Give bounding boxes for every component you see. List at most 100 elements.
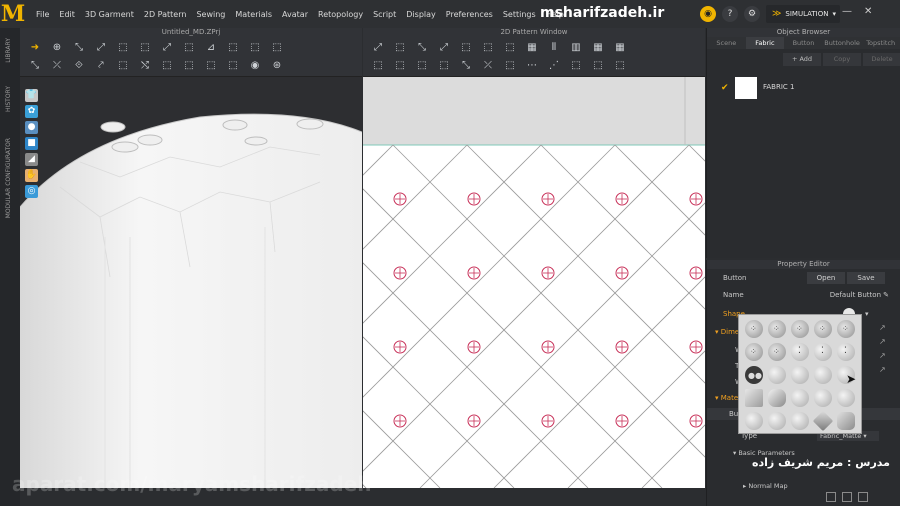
menu-retopology[interactable]: Retopology xyxy=(318,10,363,19)
minimize-icon[interactable]: — xyxy=(842,6,852,17)
tool-icon[interactable]: ⤡ xyxy=(28,59,42,72)
tool-icon[interactable]: ▦ xyxy=(613,41,627,54)
name-value[interactable]: Default Button xyxy=(830,289,881,301)
normal-map-label[interactable]: ▸ Normal Map xyxy=(743,480,788,492)
2d-pattern-viewport[interactable] xyxy=(363,77,705,488)
tool-icon[interactable]: ⬚ xyxy=(613,59,627,72)
tool-icon[interactable]: ◉ xyxy=(248,59,262,72)
button-placement-mark[interactable] xyxy=(689,340,703,354)
tab-fabric[interactable]: Fabric xyxy=(745,37,785,49)
button-shape-option[interactable]: ⁘ xyxy=(814,320,832,338)
tool-icon[interactable]: ⬚ xyxy=(182,59,196,72)
tool-icon[interactable]: ⋯ xyxy=(525,59,539,72)
button-shape-option[interactable] xyxy=(837,389,855,407)
tool-icon[interactable]: ⤡ xyxy=(72,41,86,54)
shirt-icon[interactable]: 👕 xyxy=(25,89,38,102)
tool-icon[interactable]: ⬚ xyxy=(481,41,495,54)
menu-sewing[interactable]: Sewing xyxy=(196,10,225,19)
hand-icon[interactable]: ✋ xyxy=(25,169,38,182)
tool-icon[interactable]: ⬚ xyxy=(248,41,262,54)
button-placement-mark[interactable] xyxy=(467,266,481,280)
settings-icon[interactable]: ⚙ xyxy=(744,6,760,22)
button-shape-option[interactable] xyxy=(814,389,832,407)
tool-icon[interactable]: ⬚ xyxy=(204,59,218,72)
tool-icon[interactable]: ⬚ xyxy=(226,59,240,72)
button-shape-option[interactable] xyxy=(791,389,809,407)
tool-icon[interactable]: ⬚ xyxy=(160,59,174,72)
tool-icon[interactable]: ⊿ xyxy=(204,41,218,54)
button-shape-option[interactable]: ⁘ xyxy=(837,320,855,338)
button-shape-option[interactable]: ⁘ xyxy=(745,320,763,338)
button-shape-option[interactable] xyxy=(812,410,834,432)
tool-icon[interactable]: ⬚ xyxy=(569,59,583,72)
menu-3d-garment[interactable]: 3D Garment xyxy=(85,10,134,19)
tool-icon[interactable]: ⊛ xyxy=(270,59,284,72)
button-placement-mark[interactable] xyxy=(541,414,555,428)
pin-icon[interactable]: ↗ xyxy=(879,348,886,362)
button-shape-option[interactable] xyxy=(791,366,809,384)
tool-icon[interactable]: ⟐ xyxy=(72,59,86,72)
tool-icon[interactable]: ⊕ xyxy=(50,41,64,54)
button-shape-option[interactable] xyxy=(745,389,763,407)
button-placement-mark[interactable] xyxy=(393,414,407,428)
button-placement-mark[interactable] xyxy=(689,414,703,428)
pin-icon[interactable]: ↗ xyxy=(879,334,886,348)
delete-button[interactable]: Delete xyxy=(863,53,900,66)
button-shape-option[interactable]: ⁘ xyxy=(768,343,786,361)
button-shape-option[interactable] xyxy=(791,412,809,430)
tool-icon[interactable]: ⬚ xyxy=(503,41,517,54)
button-placement-mark[interactable] xyxy=(615,414,629,428)
button-shape-option[interactable] xyxy=(837,412,855,430)
tool-icon[interactable]: ⬚ xyxy=(459,41,473,54)
menu-script[interactable]: Script xyxy=(373,10,396,19)
pin-icon[interactable]: ↗ xyxy=(879,320,886,334)
button-shape-option[interactable]: ⁚ xyxy=(791,343,809,361)
add-button[interactable]: + Add xyxy=(783,53,821,66)
chevron-down-icon[interactable]: ▾ xyxy=(865,308,869,320)
button-placement-mark[interactable] xyxy=(393,266,407,280)
tool-icon[interactable]: ⬚ xyxy=(270,41,284,54)
button-shape-option[interactable] xyxy=(814,366,832,384)
button-placement-mark[interactable] xyxy=(467,340,481,354)
tool-icon[interactable]: ⤢ xyxy=(437,41,451,54)
button-placement-mark[interactable] xyxy=(393,192,407,206)
tool-icon[interactable]: ⦀ xyxy=(547,41,561,54)
save-button[interactable]: Save xyxy=(847,272,885,284)
tool-icon[interactable]: ⤫ xyxy=(50,59,64,72)
tool-icon[interactable]: ⬚ xyxy=(393,59,407,72)
tool-icon[interactable]: ⤭ xyxy=(138,59,152,72)
button-shape-option[interactable] xyxy=(768,412,786,430)
menu-avatar[interactable]: Avatar xyxy=(282,10,308,19)
3d-viewport[interactable]: 👕 ✿ ● ■ ◢ ✋ ◎ xyxy=(20,77,362,488)
menu-preferences[interactable]: Preferences xyxy=(446,10,493,19)
globe-icon[interactable]: ◎ xyxy=(25,185,38,198)
menu-materials[interactable]: Materials xyxy=(235,10,272,19)
tab-topstitch[interactable]: Topstitch xyxy=(861,37,900,49)
grid-icon[interactable] xyxy=(826,492,836,502)
pin-icon[interactable]: ↗ xyxy=(879,362,886,376)
button-placement-mark[interactable] xyxy=(541,192,555,206)
menu-edit[interactable]: Edit xyxy=(59,10,75,19)
tool-icon[interactable]: ⋰ xyxy=(547,59,561,72)
button-placement-mark[interactable] xyxy=(689,192,703,206)
help-icon[interactable]: ? xyxy=(722,6,738,22)
button-shape-option[interactable]: ⁚ xyxy=(837,343,855,361)
tool-icon[interactable]: ⤤ xyxy=(94,59,108,72)
tool-icon[interactable]: ⬚ xyxy=(371,59,385,72)
menu-2d-pattern[interactable]: 2D Pattern xyxy=(144,10,187,19)
fabric-icon[interactable]: ✿ xyxy=(25,105,38,118)
tool-icon[interactable]: ⬚ xyxy=(437,59,451,72)
button-shape-option[interactable] xyxy=(745,412,763,430)
button-placement-mark[interactable] xyxy=(467,192,481,206)
simulation-button[interactable]: ≫ SIMULATION ▾ xyxy=(766,5,840,23)
button-placement-mark[interactable] xyxy=(541,266,555,280)
library-tab[interactable]: LIBRARY xyxy=(5,38,12,63)
button-shape-option[interactable] xyxy=(768,389,786,407)
edit-icon[interactable]: ✎ xyxy=(883,289,889,301)
tool-icon[interactable]: ⬚ xyxy=(393,41,407,54)
tool-icon[interactable]: ⬚ xyxy=(138,41,152,54)
close-icon[interactable]: ✕ xyxy=(864,6,872,17)
tool-icon[interactable]: ⬚ xyxy=(182,41,196,54)
button-shape-option[interactable]: ⁘ xyxy=(768,320,786,338)
tool-icon[interactable]: ⬚ xyxy=(415,59,429,72)
